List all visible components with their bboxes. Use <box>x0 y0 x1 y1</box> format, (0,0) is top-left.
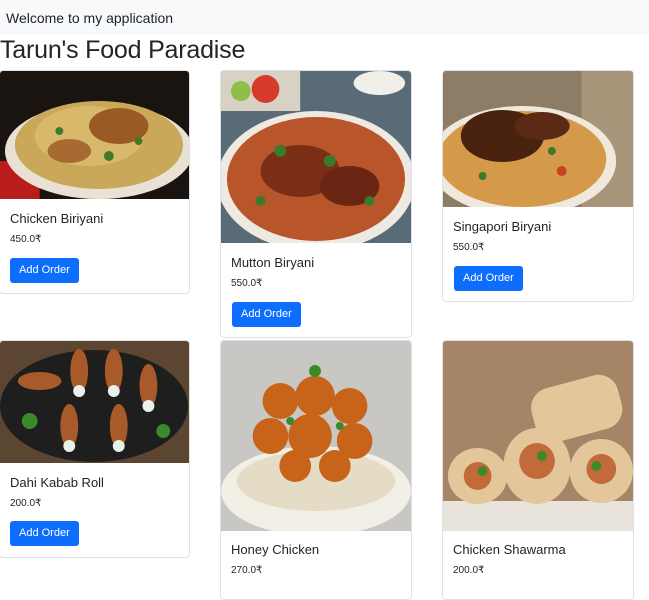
add-order-button[interactable]: Add Order <box>10 521 79 546</box>
food-card-chicken-biriyani: Chicken Biriyani 450.0₹ Add Order <box>0 70 190 294</box>
food-price: 200.0₹ <box>453 565 485 576</box>
food-price: 450.0₹ <box>10 234 42 245</box>
food-card-singapori-biryani: Singapori Biryani 550.0₹ Add Order <box>442 70 634 302</box>
welcome-text: Welcome to my application <box>6 10 174 26</box>
food-price: 550.0₹ <box>453 242 485 253</box>
food-name: Mutton Biryani <box>231 255 315 270</box>
food-name: Honey Chicken <box>231 542 320 557</box>
food-card-dahi-kabab-roll: Dahi Kabab Roll 200.0₹ Add Order <box>0 340 190 558</box>
food-image-singapori-biryani <box>443 71 633 207</box>
top-navbar: Welcome to my application <box>0 0 649 35</box>
food-image-chicken-shawarma <box>443 341 633 531</box>
food-image-dahi-kabab-roll <box>0 341 189 463</box>
page-title: Tarun's Food Paradise <box>0 36 246 64</box>
food-price: 200.0₹ <box>10 498 42 509</box>
add-order-button[interactable]: Add Order <box>232 302 301 327</box>
add-order-button[interactable]: Add Order <box>454 266 523 291</box>
food-price: 270.0₹ <box>231 565 263 576</box>
food-card-mutton-biryani: Mutton Biryani 550.0₹ Add Order <box>220 70 412 338</box>
food-card-chicken-shawarma: Chicken Shawarma 200.0₹ <box>442 340 634 600</box>
add-order-button[interactable]: Add Order <box>10 258 79 283</box>
food-card-honey-chicken: Honey Chicken 270.0₹ <box>220 340 412 600</box>
food-price: 550.0₹ <box>231 278 263 289</box>
food-name: Singapori Biryani <box>453 219 552 234</box>
food-image-mutton-biryani <box>221 71 411 243</box>
food-image-chicken-biriyani <box>0 71 189 199</box>
food-name: Dahi Kabab Roll <box>10 475 104 490</box>
food-image-honey-chicken <box>221 341 411 531</box>
food-name: Chicken Biriyani <box>10 211 104 226</box>
food-name: Chicken Shawarma <box>453 542 566 557</box>
